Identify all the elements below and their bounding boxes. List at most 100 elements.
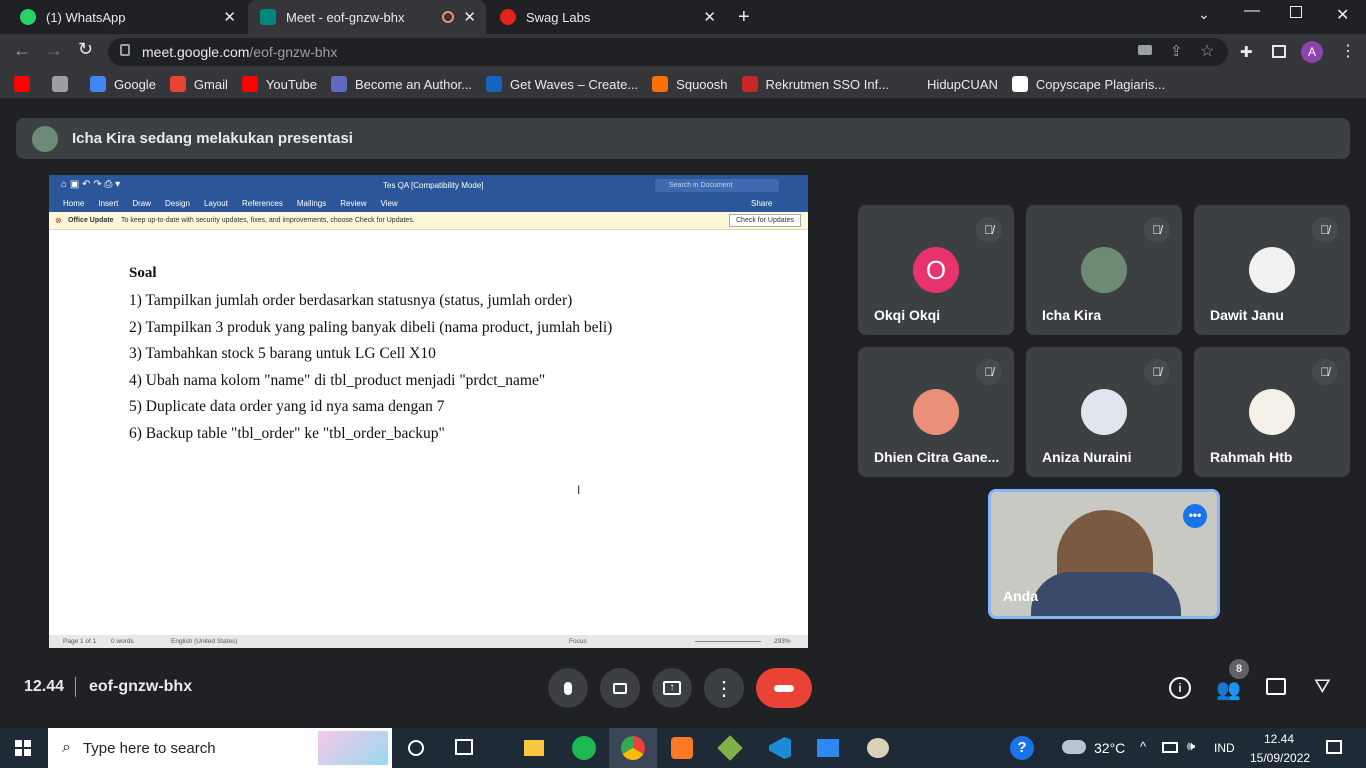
close-icon[interactable]: ✕ (703, 8, 716, 26)
participant-tile[interactable]: 🎙̸ Dhien Citra Gane... (858, 347, 1014, 477)
close-icon[interactable]: ✕ (223, 8, 236, 26)
present-button[interactable]: ↑ (652, 668, 692, 708)
people-icon[interactable]: 👥 (1216, 677, 1241, 702)
doc-line: 4) Ubah nama kolom "name" di tbl_product… (129, 371, 546, 389)
weather-temp[interactable]: 32°C (1094, 740, 1125, 756)
windows-start-button[interactable] (15, 740, 31, 756)
bookmark-item[interactable]: Google (90, 76, 156, 92)
profile-avatar[interactable]: A (1301, 41, 1323, 63)
participant-tile[interactable]: 🎙̸ Dawit Janu (1194, 205, 1350, 335)
address-bar[interactable]: meet.google.com/eof-gnzw-bhx ⇪ ☆ (108, 38, 1228, 66)
bookmark-item[interactable] (52, 76, 76, 92)
tray-chevron-icon[interactable]: ^ (1140, 739, 1146, 754)
tab-meet[interactable]: Meet - eof-gnzw-bhx ✕ (248, 0, 486, 34)
meeting-info-icon[interactable]: i (1169, 677, 1191, 699)
chat-icon[interactable] (1266, 678, 1286, 695)
vscode-icon[interactable] (764, 732, 796, 764)
participant-count-badge: 8 (1229, 659, 1249, 679)
tab-search-icon[interactable]: ⌄ (1198, 6, 1210, 23)
xampp-icon[interactable] (666, 732, 698, 764)
participant-tile[interactable]: 🎙̸ Icha Kira (1026, 205, 1182, 335)
bookmark-favicon-icon (169, 76, 186, 92)
cortana-icon[interactable] (408, 740, 424, 756)
tab-whatsapp[interactable]: (1) WhatsApp ✕ (8, 0, 246, 34)
clock-time[interactable]: 12.44 (1264, 732, 1294, 746)
forward-button[interactable]: → (45, 40, 63, 61)
bookmark-item[interactable]: Become an Author... (330, 76, 472, 92)
minimize-button[interactable]: — (1244, 2, 1260, 20)
participant-name: Aniza Nuraini (1042, 449, 1132, 465)
mic-off-icon: 🎙̸ (1312, 217, 1338, 243)
present-icon: ↑ (663, 681, 681, 695)
help-icon[interactable]: ? (1010, 736, 1034, 760)
participant-name: Rahmah Htb (1210, 449, 1293, 465)
notifications-icon[interactable] (1326, 740, 1342, 754)
participant-tile[interactable]: 🎙̸ Aniza Nuraini (1026, 347, 1182, 477)
new-tab-button[interactable]: + (738, 6, 750, 29)
language-indicator[interactable]: IND (1214, 741, 1235, 755)
bookmark-item[interactable]: Gmail (169, 76, 228, 92)
bookmark-item[interactable]: HidupCUAN (903, 76, 998, 92)
bookmarks-bar: Google Gmail YouTube Become an Author... Get… (0, 70, 1366, 98)
more-options-icon[interactable]: ••• (1183, 504, 1207, 528)
microphone-button[interactable] (548, 668, 588, 708)
bookmark-favicon-icon (652, 76, 669, 92)
share-icon[interactable]: ⇪ (1170, 42, 1183, 60)
bookmark-star-icon[interactable]: ☆ (1200, 41, 1214, 61)
side-panel-icon[interactable] (1272, 45, 1286, 58)
menu-icon[interactable]: ⋮ (1340, 41, 1356, 61)
bookmark-item[interactable]: Squoosh (652, 76, 728, 92)
chrome-icon[interactable] (617, 732, 649, 764)
participant-tile[interactable]: 🎙̸ Rahmah Htb (1194, 347, 1350, 477)
bookmark-item[interactable]: Copyscape Plagiaris... (1011, 76, 1165, 92)
leave-call-button[interactable] (756, 668, 812, 708)
self-shirt (1031, 572, 1181, 616)
bookmark-label: Gmail (193, 76, 228, 92)
window-close-button[interactable]: ✕ (1336, 5, 1349, 25)
close-icon[interactable]: ✕ (463, 8, 476, 26)
participant-name: Okqi Okqi (874, 307, 941, 323)
bookmark-favicon-icon (241, 76, 258, 92)
meeting-time: 12.44 (24, 678, 65, 695)
mic-off-icon: 🎙̸ (1312, 359, 1338, 385)
participant-tile[interactable]: O 🎙̸ Okqi Okqi (858, 205, 1014, 335)
swaglabs-icon (500, 9, 516, 25)
restore-button[interactable] (1290, 6, 1302, 18)
photos-icon[interactable] (812, 732, 844, 764)
file-explorer-icon[interactable] (518, 732, 550, 764)
tab-swag-labs[interactable]: Swag Labs ✕ (488, 0, 726, 34)
battery-icon[interactable] (1162, 742, 1178, 753)
url-path: /eof-gnzw-bhx (249, 44, 338, 60)
extensions-icon[interactable]: ✚ (1240, 43, 1253, 61)
task-view-icon[interactable] (455, 739, 473, 755)
spotify-icon[interactable] (568, 732, 600, 764)
word-menu-item: Review (340, 199, 367, 208)
camera-button[interactable] (600, 668, 640, 708)
more-options-button[interactable]: ⋮ (704, 668, 744, 708)
word-menu-item: Layout (203, 199, 228, 208)
doc-line: 3) Tambahkan stock 5 barang untuk LG Cel… (129, 345, 436, 363)
bookmark-item[interactable]: Get Waves – Create... (486, 76, 638, 92)
bookmark-item[interactable] (14, 76, 38, 92)
participant-name: Icha Kira (1042, 307, 1102, 323)
bookmark-item[interactable]: YouTube (241, 76, 317, 92)
paint-icon[interactable] (862, 732, 894, 764)
activities-icon[interactable]: ⛛ (1314, 676, 1331, 699)
status-focus: Focus (569, 638, 587, 645)
presentation-screen: ⌂ ▣ ↶ ↷ ⎙ ▾ Tes QA [Compatibility Mode] … (49, 175, 808, 648)
self-view-tile[interactable]: Anda ••• (988, 489, 1220, 619)
git-icon[interactable] (714, 732, 746, 764)
word-menu-item: Design (165, 199, 190, 208)
reload-button[interactable]: ↻ (78, 39, 93, 60)
status-language: English (United States) (171, 638, 238, 645)
participant-avatar (1249, 247, 1295, 293)
back-button[interactable]: ← (13, 40, 31, 61)
status-words: 0 words (111, 638, 134, 645)
bookmark-item[interactable]: Rekrutmen SSO Inf... (741, 76, 889, 92)
lock-icon (120, 44, 130, 56)
doc-title: Tes QA [Compatibility Mode] (383, 181, 484, 190)
taskbar-search[interactable]: ⌕ Type here to search (48, 728, 392, 768)
clock-date[interactable]: 15/09/2022 (1250, 751, 1310, 765)
camera-icon[interactable] (1138, 45, 1152, 55)
volume-icon[interactable]: 🕪 (1187, 738, 1195, 754)
